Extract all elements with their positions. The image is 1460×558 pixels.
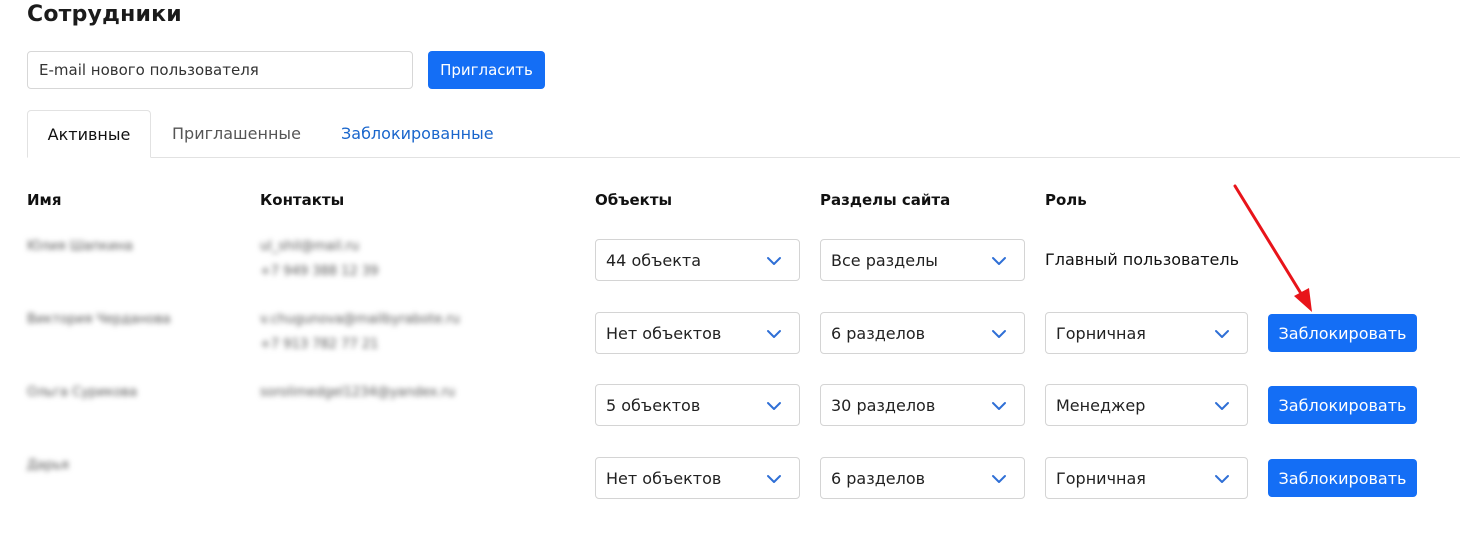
objects-select[interactable]: 5 объектов	[595, 384, 800, 426]
employee-email: sorolimedgel1234@yandex.ru	[260, 385, 456, 400]
tab-blocked[interactable]: Заблокированные	[341, 110, 494, 157]
column-header-role: Роль	[1045, 191, 1087, 209]
invite-button[interactable]: Пригласить	[428, 51, 545, 89]
sections-select-value: 30 разделов	[831, 395, 936, 415]
tabs-divider	[27, 157, 1460, 158]
sections-select[interactable]: 6 разделов	[820, 312, 1025, 354]
column-header-objects: Объекты	[595, 191, 673, 209]
employees-page: Сотрудники Пригласить Активные Приглашен…	[0, 0, 1460, 558]
objects-select-value: 5 объектов	[606, 395, 701, 415]
chevron-down-icon	[992, 257, 1006, 265]
chevron-down-icon	[992, 402, 1006, 410]
column-header-contacts: Контакты	[260, 191, 345, 209]
chevron-down-icon	[1215, 475, 1229, 483]
role-select[interactable]: Менеджер	[1045, 384, 1248, 426]
page-title: Сотрудники	[27, 2, 182, 27]
employee-name: Ольга Сурикова	[27, 385, 138, 400]
role-select-value: Горничная	[1056, 323, 1146, 343]
sections-select-value: 6 разделов	[831, 468, 926, 488]
column-header-sections: Разделы сайта	[820, 191, 951, 209]
chevron-down-icon	[992, 330, 1006, 338]
sections-select[interactable]: 6 разделов	[820, 457, 1025, 499]
employee-name: Дарья	[27, 458, 69, 473]
column-header-name: Имя	[27, 191, 62, 209]
tab-active-label: Активные	[47, 124, 131, 144]
chevron-down-icon	[1215, 330, 1229, 338]
chevron-down-icon	[767, 402, 781, 410]
sections-select-value: 6 разделов	[831, 323, 926, 343]
role-select-value: Менеджер	[1056, 395, 1146, 415]
role-select[interactable]: Горничная	[1045, 312, 1248, 354]
chevron-down-icon	[767, 475, 781, 483]
block-user-button[interactable]: Заблокировать	[1268, 459, 1417, 497]
employee-name: Юлия Шапкина	[27, 239, 133, 254]
employee-email: v.chugunova@mailbyrabote.ru	[260, 312, 460, 327]
role-label: Главный пользователь	[1045, 250, 1240, 269]
chevron-down-icon	[767, 330, 781, 338]
employee-name: Виктория Черданова	[27, 312, 171, 327]
sections-select[interactable]: Все разделы	[820, 239, 1025, 281]
tab-blocked-label: Заблокированные	[341, 124, 494, 143]
employee-phone: +7 913 782 77 21	[260, 337, 379, 352]
objects-select-value: Нет объектов	[606, 323, 722, 343]
tab-invited-label: Приглашенные	[172, 124, 301, 143]
employee-email: ul_shil@mail.ru	[260, 239, 360, 254]
block-user-button[interactable]: Заблокировать	[1268, 314, 1417, 352]
new-user-email-input[interactable]	[27, 51, 413, 89]
role-select-value: Горничная	[1056, 468, 1146, 488]
block-user-button[interactable]: Заблокировать	[1268, 386, 1417, 424]
sections-select-value: Все разделы	[831, 250, 938, 270]
sections-select[interactable]: 30 разделов	[820, 384, 1025, 426]
chevron-down-icon	[767, 257, 781, 265]
objects-select[interactable]: Нет объектов	[595, 457, 800, 499]
objects-select-value: 44 объекта	[606, 250, 702, 270]
objects-select-value: Нет объектов	[606, 468, 722, 488]
objects-select[interactable]: Нет объектов	[595, 312, 800, 354]
objects-select[interactable]: 44 объекта	[595, 239, 800, 281]
tab-invited[interactable]: Приглашенные	[172, 110, 301, 157]
employee-phone: +7 949 388 12 39	[260, 264, 379, 279]
tab-active[interactable]: Активные	[27, 110, 151, 158]
role-select[interactable]: Горничная	[1045, 457, 1248, 499]
chevron-down-icon	[1215, 402, 1229, 410]
chevron-down-icon	[992, 475, 1006, 483]
